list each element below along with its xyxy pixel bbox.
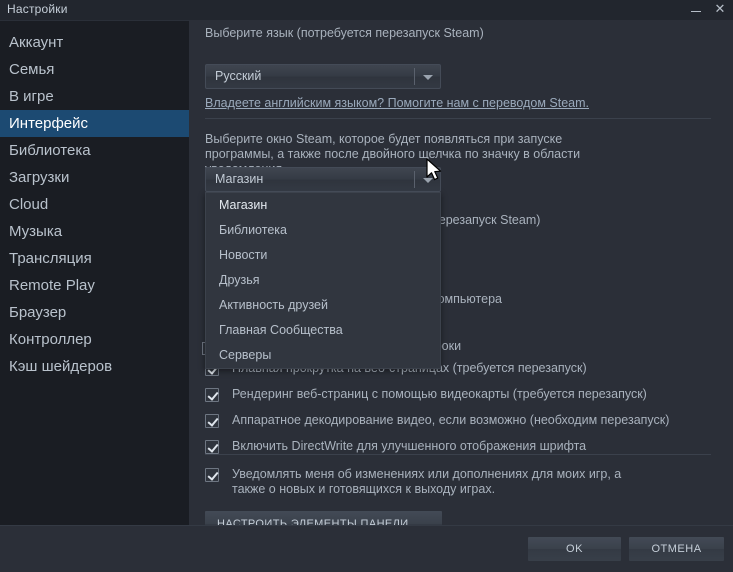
sidebar-item-2[interactable]: В игре (0, 83, 189, 110)
checkbox-row-1[interactable]: Рендеринг веб-страниц с помощью видеокар… (205, 387, 647, 402)
sidebar-item-4[interactable]: Библиотека (0, 137, 189, 164)
window-controls: ✕ (689, 0, 727, 20)
title-bar: Настройки ✕ (0, 0, 733, 20)
sidebar-item-0[interactable]: Аккаунт (0, 29, 189, 56)
sidebar-item-6[interactable]: Cloud (0, 191, 189, 218)
window-title: Настройки (7, 2, 68, 16)
checkbox-label-2: Аппаратное декодирование видео, если воз… (232, 413, 670, 427)
divider-bottom (205, 454, 711, 455)
dropdown-option-0[interactable]: Магазин (206, 193, 440, 218)
checkbox-icon[interactable] (205, 388, 219, 402)
dialog-footer: OK ОТМЕНА (0, 525, 733, 572)
sidebar-item-8[interactable]: Трансляция (0, 245, 189, 272)
sidebar-item-5[interactable]: Загрузки (0, 164, 189, 191)
sidebar-item-11[interactable]: Контроллер (0, 326, 189, 353)
checkbox-row-3[interactable]: Включить DirectWrite для улучшенного ото… (205, 439, 586, 454)
checkbox-icon[interactable] (205, 414, 219, 428)
notify-updates-checkbox-label: Уведомлять меня об изменениях или дополн… (232, 467, 622, 496)
startup-window-select[interactable]: Магазин (205, 167, 441, 192)
occluded-text-restart: перезапуск Steam) (432, 213, 541, 227)
dropdown-option-6[interactable]: Серверы (206, 343, 440, 368)
settings-window: Настройки ✕ Аккаунт Семья В игре Интерфейс Б… (0, 0, 733, 572)
language-select[interactable]: Русский (205, 64, 441, 89)
checkbox-label-3: Включить DirectWrite для улучшенного ото… (232, 439, 587, 453)
sidebar-item-list: Аккаунт Семья В игре Интерфейс Библиотека Заг… (0, 21, 189, 380)
chevron-down-icon (423, 75, 433, 80)
minimize-icon[interactable] (689, 2, 703, 18)
language-section-label: Выберите язык (потребуется перезапуск St… (205, 26, 484, 40)
dropdown-option-1[interactable]: Библиотека (206, 218, 440, 243)
checkbox-label-1: Рендеринг веб-страниц с помощью видеокар… (232, 387, 647, 401)
notify-updates-checkbox-row[interactable]: Уведомлять меня об изменениях или дополн… (205, 467, 625, 497)
checkbox-row-2[interactable]: Аппаратное декодирование видео, если воз… (205, 413, 669, 428)
checkbox-icon[interactable] (205, 468, 219, 482)
language-select-value: Русский (215, 69, 262, 83)
settings-sidebar: Аккаунт Семья В игре Интерфейс Библиотека Заг… (0, 20, 189, 525)
sidebar-item-10[interactable]: Браузер (0, 299, 189, 326)
sidebar-item-9[interactable]: Remote Play (0, 272, 189, 299)
combo-separator (414, 171, 415, 188)
sidebar-item-12[interactable]: Кэш шейдеров (0, 353, 189, 380)
sidebar-item-3[interactable]: Интерфейс (0, 110, 189, 137)
chevron-down-icon (423, 178, 433, 183)
sidebar-item-7[interactable]: Музыка (0, 218, 189, 245)
translation-help-link[interactable]: Владеете английским языком? Помогите нам… (205, 96, 589, 110)
dropdown-option-5[interactable]: Главная Сообщества (206, 318, 440, 343)
divider-top (205, 118, 711, 119)
combo-separator (414, 68, 415, 85)
close-icon[interactable]: ✕ (713, 2, 727, 18)
sidebar-item-1[interactable]: Семья (0, 56, 189, 83)
ok-button[interactable]: OK (528, 537, 621, 561)
dropdown-option-3[interactable]: Друзья (206, 268, 440, 293)
dropdown-option-2[interactable]: Новости (206, 243, 440, 268)
configure-taskbar-button[interactable]: НАСТРОИТЬ ЭЛЕМЕНТЫ ПАНЕЛИ ЗАДАЧ (205, 511, 442, 525)
dropdown-option-4[interactable]: Активность друзей (206, 293, 440, 318)
settings-content-panel: Выберите язык (потребуется перезапуск St… (189, 20, 733, 525)
cancel-button[interactable]: ОТМЕНА (629, 537, 724, 561)
startup-window-dropdown[interactable]: Магазин Библиотека Новости Друзья Активность… (205, 192, 441, 369)
checkbox-icon[interactable] (205, 440, 219, 454)
startup-window-select-value: Магазин (215, 172, 264, 186)
occluded-text-computer: компьютера (432, 292, 502, 306)
